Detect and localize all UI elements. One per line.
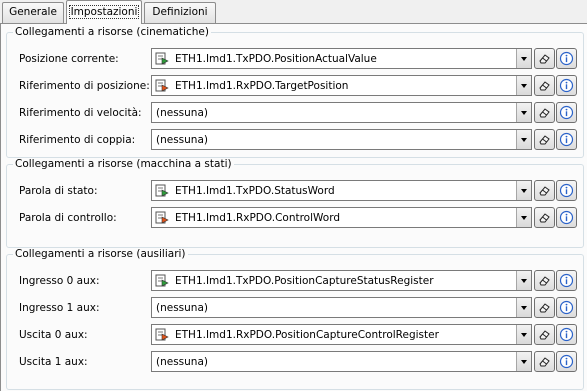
resource-select[interactable]: (nessuna): [151, 297, 532, 318]
tab-bar: Generale Impostazioni Definizioni: [0, 0, 587, 24]
info-icon[interactable]: [556, 48, 577, 69]
dropdown-arrow-icon[interactable]: [516, 325, 531, 344]
row-label: Ingresso 1 aux:: [19, 302, 100, 314]
resource-select[interactable]: ETH1.Imd1.TxPDO.StatusWord: [151, 180, 532, 201]
dropdown-arrow-icon[interactable]: [516, 76, 531, 95]
resource-select[interactable]: ETH1.Imd1.RxPDO.ControlWord: [151, 207, 532, 228]
group-title: Collegamenti a risorse (cinematiche): [13, 26, 211, 39]
tab-definizioni[interactable]: Definizioni: [144, 2, 216, 23]
row-label: Parola di stato:: [19, 185, 98, 197]
dropdown-arrow-icon[interactable]: [516, 130, 531, 149]
link-row: Posizione corrente: ETH1.Imd1.TxPDO.Posit…: [7, 48, 583, 70]
info-icon[interactable]: [556, 270, 577, 291]
group-macchina-stati: Collegamenti a risorse (macchina a stati…: [6, 158, 584, 248]
link-row: Parola di controllo: ETH1.Imd1.RxPDO.Cont…: [7, 207, 583, 229]
resource-select-value: (nessuna): [156, 134, 208, 146]
resource-select-value: (nessuna): [156, 356, 208, 368]
resource-select[interactable]: ETH1.Imd1.TxPDO.PositionCaptureStatusReg…: [151, 270, 532, 291]
info-icon[interactable]: [556, 207, 577, 228]
tab-impostazioni[interactable]: Impostazioni: [66, 0, 142, 24]
info-icon[interactable]: [556, 129, 577, 150]
settings-panel: Collegamenti a risorse (cinematiche) Posi…: [0, 24, 587, 391]
eraser-icon[interactable]: [534, 270, 555, 291]
link-row: Ingresso 1 aux: (nessuna): [7, 297, 583, 319]
row-label: Parola di controllo:: [19, 212, 117, 224]
link-row: Ingresso 0 aux: ETH1.Imd1.TxPDO.PositionC…: [7, 270, 583, 292]
row-label: Riferimento di velocità:: [19, 107, 142, 119]
resource-select-value: ETH1.Imd1.RxPDO.PositionCaptureControlRe…: [175, 329, 439, 341]
eraser-icon[interactable]: [534, 75, 555, 96]
info-icon[interactable]: [556, 324, 577, 345]
eraser-icon[interactable]: [534, 351, 555, 372]
row-label: Posizione corrente:: [19, 53, 119, 65]
row-label: Uscita 0 aux:: [19, 329, 88, 341]
row-label: Ingresso 0 aux:: [19, 275, 100, 287]
info-icon[interactable]: [556, 297, 577, 318]
eraser-icon[interactable]: [534, 129, 555, 150]
resource-select-value: ETH1.Imd1.TxPDO.PositionActualValue: [175, 53, 377, 65]
eraser-icon[interactable]: [534, 102, 555, 123]
resource-select[interactable]: (nessuna): [151, 351, 532, 372]
dropdown-arrow-icon[interactable]: [516, 298, 531, 317]
tx-pdo-icon: [155, 51, 170, 66]
resource-select-value: ETH1.Imd1.TxPDO.PositionCaptureStatusReg…: [175, 275, 434, 287]
dropdown-arrow-icon[interactable]: [516, 181, 531, 200]
link-row: Uscita 0 aux: ETH1.Imd1.RxPDO.PositionCap…: [7, 324, 583, 346]
resource-select[interactable]: ETH1.Imd1.TxPDO.PositionActualValue: [151, 48, 532, 69]
link-row: Uscita 1 aux: (nessuna): [7, 351, 583, 373]
info-icon[interactable]: [556, 75, 577, 96]
resource-select[interactable]: ETH1.Imd1.RxPDO.PositionCaptureControlRe…: [151, 324, 532, 345]
group-ausiliari: Collegamenti a risorse (ausiliari) Ingres…: [6, 248, 584, 390]
tx-pdo-icon: [155, 183, 170, 198]
eraser-icon[interactable]: [534, 324, 555, 345]
row-label: Riferimento di coppia:: [19, 134, 136, 146]
dropdown-arrow-icon[interactable]: [516, 49, 531, 68]
rx-pdo-icon: [155, 210, 170, 225]
tx-pdo-icon: [155, 273, 170, 288]
link-row: Parola di stato: ETH1.Imd1.TxPDO.StatusWo…: [7, 180, 583, 202]
resource-select[interactable]: (nessuna): [151, 129, 532, 150]
resource-select-value: ETH1.Imd1.TxPDO.StatusWord: [175, 185, 335, 197]
eraser-icon[interactable]: [534, 180, 555, 201]
eraser-icon[interactable]: [534, 297, 555, 318]
rx-pdo-icon: [155, 327, 170, 342]
group-title: Collegamenti a risorse (macchina a stati…: [13, 158, 234, 171]
row-label: Riferimento di posizione:: [19, 80, 150, 92]
dropdown-arrow-icon[interactable]: [516, 271, 531, 290]
resource-select-value: (nessuna): [156, 107, 208, 119]
tab-generale[interactable]: Generale: [2, 2, 64, 23]
resource-select-value: ETH1.Imd1.RxPDO.TargetPosition: [175, 80, 349, 92]
row-label: Uscita 1 aux:: [19, 356, 88, 368]
rx-pdo-icon: [155, 78, 170, 93]
resource-select[interactable]: ETH1.Imd1.RxPDO.TargetPosition: [151, 75, 532, 96]
link-row: Riferimento di posizione: ETH1.Imd1.RxPDO…: [7, 75, 583, 97]
eraser-icon[interactable]: [534, 207, 555, 228]
group-title: Collegamenti a risorse (ausiliari): [13, 248, 188, 261]
link-row: Riferimento di velocità: (nessuna): [7, 102, 583, 124]
info-icon[interactable]: [556, 180, 577, 201]
resource-select-value: (nessuna): [156, 302, 208, 314]
link-row: Riferimento di coppia: (nessuna): [7, 129, 583, 151]
resource-select-value: ETH1.Imd1.RxPDO.ControlWord: [175, 212, 341, 224]
tab-label: Impostazioni: [68, 5, 140, 19]
dropdown-arrow-icon[interactable]: [516, 208, 531, 227]
info-icon[interactable]: [556, 102, 577, 123]
tab-label: Generale: [9, 6, 57, 18]
dropdown-arrow-icon[interactable]: [516, 103, 531, 122]
eraser-icon[interactable]: [534, 48, 555, 69]
tab-label: Definizioni: [152, 6, 208, 18]
resource-select[interactable]: (nessuna): [151, 102, 532, 123]
info-icon[interactable]: [556, 351, 577, 372]
group-cinematiche: Collegamenti a risorse (cinematiche) Posi…: [6, 26, 584, 158]
dropdown-arrow-icon[interactable]: [516, 352, 531, 371]
